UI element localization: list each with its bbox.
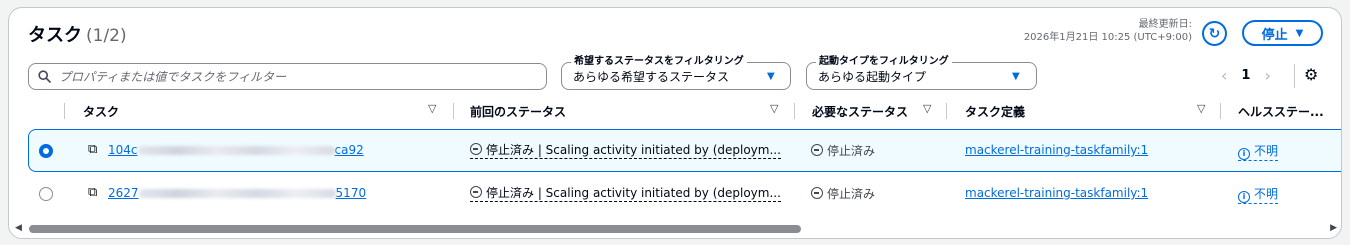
health-status-cell[interactable]: i 不明 [1238, 142, 1279, 161]
column-divider [64, 103, 65, 119]
column-divider [1220, 103, 1221, 119]
desired-status-value: あらゆる希望するステータス [573, 69, 730, 84]
last-updated-value: 2026年1月21日 10:25 (UTC+9:00) [1023, 32, 1192, 43]
copy-icon[interactable]: ⧉ [88, 142, 97, 157]
column-header-task-definition[interactable]: タスク定義 [965, 103, 1025, 120]
column-header-last-status[interactable]: 前回のステータス [470, 103, 566, 120]
column-divider [946, 103, 947, 119]
column-divider [453, 103, 454, 119]
copy-icon[interactable]: ⧉ [88, 185, 97, 200]
next-page-icon[interactable]: › [1264, 66, 1270, 85]
search-placeholder: プロパティまたは値でタスクをフィルター [59, 70, 287, 84]
sort-icon[interactable]: ▽ [770, 102, 778, 115]
health-status-cell[interactable]: i 不明 [1238, 185, 1279, 204]
tasks-panel: タスク (1/2) 最終更新日: 2026年1月21日 10:25 (UTC+9:… [8, 7, 1342, 239]
minus-circle-icon [811, 187, 823, 199]
info-icon: i [1238, 191, 1250, 203]
last-updated: 最終更新日: 2026年1月21日 10:25 (UTC+9:00) [1024, 18, 1192, 44]
last-status-cell[interactable]: 停止済み | Scaling activity initiated by (de… [470, 141, 781, 159]
task-definition-link[interactable]: mackerel-training-taskfamily:1 [965, 186, 1148, 200]
search-icon [38, 70, 51, 83]
last-updated-label: 最終更新日: [1138, 19, 1192, 30]
dropdown-caret-icon: ▼ [1012, 71, 1020, 82]
desired-status-filter-label: 希望するステータスをフィルタリング [571, 52, 747, 67]
pagination: ‹ 1 › [1221, 66, 1271, 85]
column-header-desired-status[interactable]: 必要なステータス [812, 103, 908, 120]
task-definition-link[interactable]: mackerel-training-taskfamily:1 [965, 143, 1148, 157]
title-text: タスク [28, 25, 82, 46]
row-select-radio[interactable] [39, 144, 53, 158]
column-divider [794, 103, 795, 119]
health-status-text: 不明 [1254, 187, 1279, 201]
scrollbar-thumb[interactable] [29, 225, 801, 233]
row-select-radio[interactable] [39, 187, 53, 201]
last-status-cell[interactable]: 停止済み | Scaling activity initiated by (de… [470, 184, 781, 202]
table-header: タスク ▽ 前回のステータス ▽ 必要なステータス ▽ タスク定義 ▽ ヘルスス… [9, 98, 1341, 124]
dropdown-caret-icon: ▼ [767, 71, 775, 82]
desired-status-text: 停止済み [827, 144, 876, 158]
column-header-health[interactable]: ヘルスステー... [1238, 103, 1324, 120]
search-input[interactable]: プロパティまたは値でタスクをフィルター [28, 63, 547, 90]
last-status-text: 停止済み | Scaling activity initiated by (de… [486, 186, 781, 200]
refresh-icon: ↻ [1208, 25, 1221, 42]
task-id-prefix: 2627 [108, 186, 139, 200]
sort-icon[interactable]: ▽ [923, 102, 931, 115]
task-id-prefix: 104c [108, 143, 138, 157]
minus-circle-icon [470, 143, 482, 155]
task-id-link[interactable]: 2627 5170 [108, 186, 366, 200]
column-header-task[interactable]: タスク [83, 103, 119, 120]
launch-type-filter-label: 起動タイプをフィルタリング [816, 52, 952, 67]
stop-button-label: 停止 [1261, 27, 1288, 43]
health-status-text: 不明 [1254, 144, 1279, 158]
gear-icon[interactable]: ⚙ [1304, 65, 1318, 84]
info-icon: i [1238, 148, 1250, 160]
table-row[interactable]: ⧉ 104c ca92 停止済み | Scaling activity initi… [9, 129, 1341, 173]
last-status-text: 停止済み | Scaling activity initiated by (de… [486, 143, 781, 157]
desired-status-text: 停止済み [827, 187, 876, 201]
page-title: タスク (1/2) [28, 21, 127, 47]
redacted-task-id [138, 189, 336, 198]
sort-icon[interactable]: ▽ [1197, 102, 1205, 115]
scroll-right-icon[interactable]: ▶ [1330, 223, 1337, 233]
scroll-left-icon[interactable]: ◀ [15, 223, 22, 233]
desired-status-cell: 停止済み [811, 142, 875, 159]
task-count: (1/2) [86, 26, 127, 46]
launch-type-value: あらゆる起動タイプ [818, 69, 927, 84]
table-row[interactable]: ⧉ 2627 5170 停止済み | Scaling activity initi… [9, 172, 1341, 216]
redacted-task-id [137, 146, 335, 155]
refresh-button[interactable]: ↻ [1202, 21, 1227, 46]
caret-down-icon: ▼ [1295, 27, 1304, 39]
minus-circle-icon [470, 186, 482, 198]
desired-status-cell: 停止済み [811, 185, 875, 202]
task-id-suffix: ca92 [334, 143, 364, 157]
current-page[interactable]: 1 [1241, 68, 1250, 83]
prev-page-icon[interactable]: ‹ [1221, 66, 1227, 85]
minus-circle-icon [811, 144, 823, 156]
divider [1294, 64, 1295, 88]
task-id-link[interactable]: 104c ca92 [108, 143, 364, 157]
task-id-suffix: 5170 [335, 186, 367, 200]
horizontal-scrollbar[interactable]: ◀ ▶ [10, 222, 1341, 236]
stop-button[interactable]: 停止 ▼ [1242, 20, 1323, 46]
sort-icon[interactable]: ▽ [428, 102, 436, 115]
